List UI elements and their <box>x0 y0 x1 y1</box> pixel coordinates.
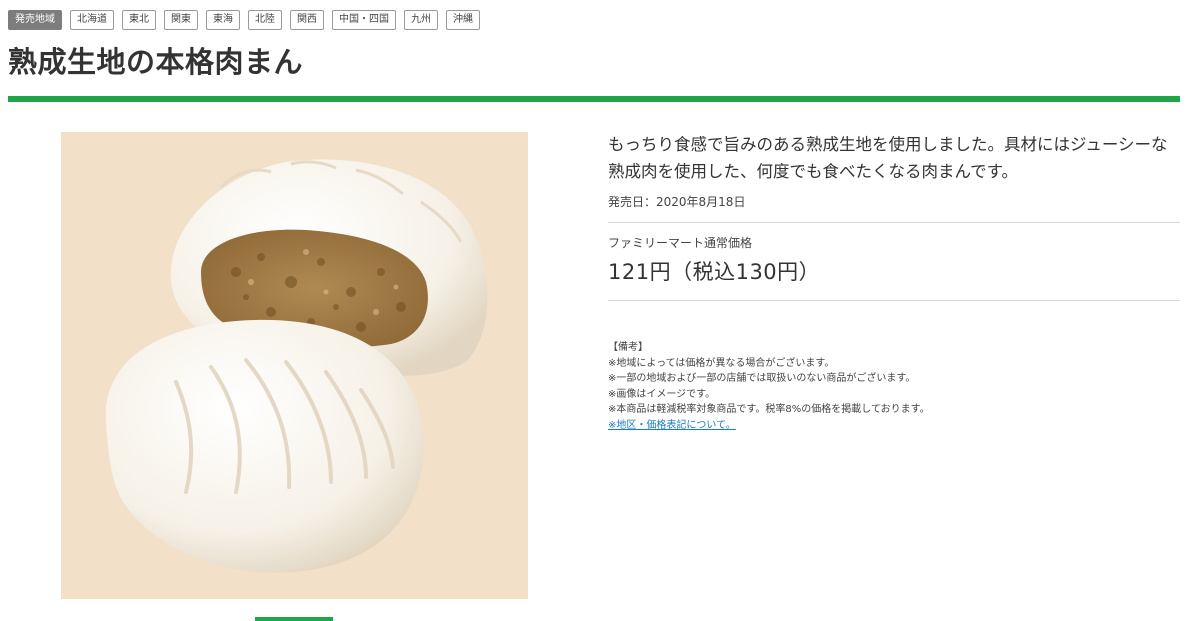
region-tag-hokkaido[interactable]: 北海道 <box>70 10 114 30</box>
divider <box>608 222 1180 223</box>
region-tag-chugoku-shikoku[interactable]: 中国・四国 <box>332 10 396 30</box>
product-price: 121円（税込130円） <box>608 260 821 284</box>
region-tag-kanto[interactable]: 関東 <box>164 10 198 30</box>
product-page: 発売地域 北海道 東北 関東 東海 北陸 関西 中国・四国 九州 沖縄 熟成生地… <box>0 0 1200 621</box>
region-tag-okinawa[interactable]: 沖縄 <box>446 10 480 30</box>
region-tag-tokai[interactable]: 東海 <box>206 10 240 30</box>
region-price-notation-link[interactable]: ※地区・価格表記について。 <box>608 420 736 431</box>
region-tag-hokuriku[interactable]: 北陸 <box>248 10 282 30</box>
region-tag-kyushu[interactable]: 九州 <box>404 10 438 30</box>
sales-region-label: 発売地域 <box>8 10 62 30</box>
release-date: 発売日：2020年8月18日 <box>608 195 746 209</box>
divider <box>608 300 1180 301</box>
notes-section: 【備考】 ※地域によっては価格が異なる場合がございます。 ※一部の地域および一部… <box>608 340 930 433</box>
note-line: ※画像はイメージです。 <box>608 388 716 400</box>
note-line: ※一部の地域および一部の店舗では取扱いのない商品がございます。 <box>608 373 916 384</box>
title-divider <box>8 96 1180 102</box>
price-label: ファミリーマート通常価格 <box>608 236 753 250</box>
nikuman-illustration <box>105 159 488 573</box>
note-line: ※地域によっては価格が異なる場合がございます。 <box>608 357 835 369</box>
region-tag-tohoku[interactable]: 東北 <box>122 10 156 30</box>
product-description: もっちり食感で旨みのある熟成生地を使用しました。具材にはジューシーな熟成肉を使用… <box>608 135 1168 181</box>
region-tag-kansai[interactable]: 関西 <box>290 10 324 30</box>
notes-heading: 【備考】 <box>608 342 648 353</box>
image-thumbnail-tab[interactable] <box>255 617 333 621</box>
sales-region-list: 発売地域 北海道 東北 関東 東海 北陸 関西 中国・四国 九州 沖縄 <box>8 10 480 30</box>
product-image[interactable] <box>61 132 528 599</box>
product-title: 熟成生地の本格肉まん <box>8 45 304 79</box>
note-line: ※本商品は軽減税率対象商品です。税率8%の価格を掲載しております。 <box>608 404 930 415</box>
